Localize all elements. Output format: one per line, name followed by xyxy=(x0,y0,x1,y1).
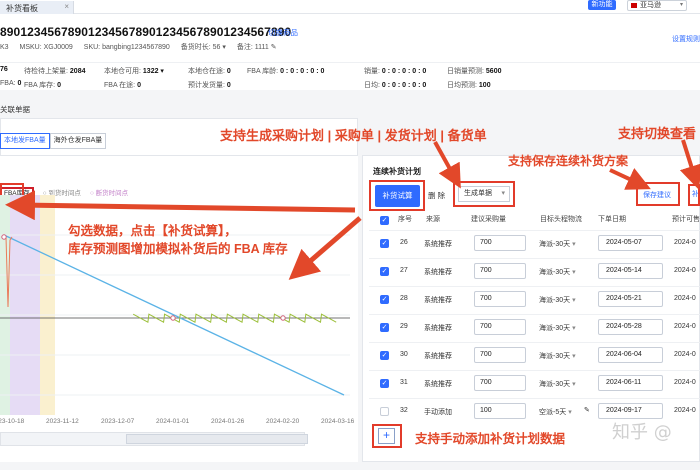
logistics-label: 空派-5天 xyxy=(539,409,567,416)
logistics-label: 海派-30天 xyxy=(539,241,571,248)
row-checkbox[interactable]: ✓ xyxy=(380,267,389,276)
chevron-down-icon: ▾ xyxy=(572,269,576,276)
logistics-select[interactable]: 海派-30天 ▾ xyxy=(539,239,576,249)
annotation-arrows xyxy=(5,139,700,280)
row-no: 28 xyxy=(400,295,408,302)
row-sell-date: 2024-0 xyxy=(674,407,696,414)
row-checkbox[interactable] xyxy=(380,407,389,416)
logistics-label: 海派-30天 xyxy=(539,353,571,360)
order-date-input[interactable]: 2024-05-07 xyxy=(598,235,663,251)
chevron-down-icon: ▾ xyxy=(572,353,576,360)
arrow xyxy=(433,141,461,189)
order-date-input[interactable]: 2024-05-21 xyxy=(598,291,663,307)
row-no: 26 xyxy=(400,239,408,246)
logistics-select[interactable]: 海派-30天 ▾ xyxy=(539,267,576,277)
row-checkbox[interactable]: ✓ xyxy=(380,379,389,388)
logistics-select[interactable]: 海派-30天 ▾ xyxy=(539,351,576,361)
row-no: 30 xyxy=(400,351,408,358)
logistics-label: 海派-30天 xyxy=(539,325,571,332)
arrow xyxy=(609,168,651,190)
logistics-select[interactable]: 海派-30天 ▾ xyxy=(539,323,576,333)
row-sell-date: 2024-0 xyxy=(674,379,696,386)
qty-input[interactable]: 100 xyxy=(474,403,526,419)
qty-input[interactable]: 700 xyxy=(474,291,526,307)
row-source: 手动添加 xyxy=(424,409,452,416)
row-sell-date: 2024-0 xyxy=(674,295,696,302)
arrow xyxy=(288,216,362,280)
qty-input[interactable]: 700 xyxy=(474,375,526,391)
qty-input[interactable]: 700 xyxy=(474,235,526,251)
row-checkbox[interactable]: ✓ xyxy=(380,323,389,332)
row-source: 系统推荐 xyxy=(424,241,452,248)
logistics-select[interactable]: 海派-30天 ▾ xyxy=(539,295,576,305)
row-checkbox[interactable]: ✓ xyxy=(380,351,389,360)
order-date-input[interactable]: 2024-05-14 xyxy=(598,263,663,279)
row-sell-date: 2024-0 xyxy=(674,239,696,246)
row-source: 系统推荐 xyxy=(424,381,452,388)
row-no: 32 xyxy=(400,407,408,414)
row-sell-date: 2024-0 xyxy=(674,323,696,330)
chevron-down-icon: ▾ xyxy=(572,325,576,332)
arrow xyxy=(679,139,700,190)
row-source: 系统推荐 xyxy=(424,325,452,332)
row-source: 系统推荐 xyxy=(424,269,452,276)
qty-input[interactable]: 700 xyxy=(474,319,526,335)
order-date-input[interactable]: 2024-06-11 xyxy=(598,375,663,391)
chevron-down-icon: ▾ xyxy=(572,381,576,388)
row-checkbox[interactable]: ✓ xyxy=(380,295,389,304)
order-date-input[interactable]: 2024-09-17 xyxy=(598,403,663,419)
qty-input[interactable]: 700 xyxy=(474,347,526,363)
watermark: 知乎 @ xyxy=(612,422,672,443)
row-source: 系统推荐 xyxy=(424,297,452,304)
chevron-down-icon: ▾ xyxy=(572,241,576,248)
qty-input[interactable]: 700 xyxy=(474,263,526,279)
row-sell-date: 2024-0 xyxy=(674,267,696,274)
chevron-down-icon: ▾ xyxy=(568,409,572,416)
edit-icon[interactable]: ✎ xyxy=(584,406,590,414)
row-sell-date: 2024-0 xyxy=(674,351,696,358)
arrow xyxy=(5,190,356,221)
order-date-input[interactable]: 2024-05-28 xyxy=(598,319,663,335)
logistics-label: 海派-30天 xyxy=(539,381,571,388)
order-date-input[interactable]: 2024-06-04 xyxy=(598,347,663,363)
logistics-label: 海派-30天 xyxy=(539,297,571,304)
logistics-select[interactable]: 空派-5天 ▾ xyxy=(539,407,572,417)
row-no: 27 xyxy=(400,267,408,274)
row-checkbox[interactable]: ✓ xyxy=(380,239,389,248)
row-no: 31 xyxy=(400,379,408,386)
logistics-select[interactable]: 海派-30天 ▾ xyxy=(539,379,576,389)
row-source: 系统推荐 xyxy=(424,353,452,360)
chevron-down-icon: ▾ xyxy=(572,297,576,304)
row-no: 29 xyxy=(400,323,408,330)
logistics-label: 海派-30天 xyxy=(539,269,571,276)
